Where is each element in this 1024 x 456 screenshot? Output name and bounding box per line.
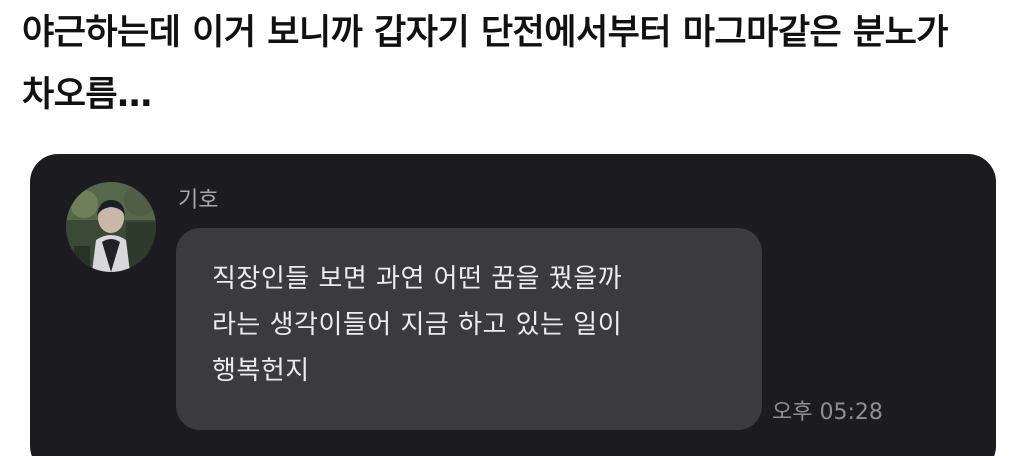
chat-screenshot: 기호 직장인들 보면 과연 어떤 꿈을 꿨을까 라는 생각이들어 지금 하고 있… — [30, 154, 996, 456]
profile-photo-icon — [66, 182, 156, 272]
post-text: 야근하는데 이거 보니까 갑자기 단전에서부터 마그마같은 분노가 차오름… — [22, 13, 949, 115]
message-bubble[interactable]: 직장인들 보면 과연 어떤 꿈을 꿨을까 라는 생각이들어 지금 하고 있는 일… — [176, 228, 762, 430]
profile-avatar[interactable] — [66, 182, 156, 272]
message-line: 행복헌지 — [212, 356, 310, 386]
message-line: 직장인들 보면 과연 어떤 꿈을 꿨을까 — [212, 264, 623, 294]
message-line: 라는 생각이들어 지금 하고 있는 일이 — [212, 310, 623, 340]
post-page: 야근하는데 이거 보니까 갑자기 단전에서부터 마그마같은 분노가 차오름… 기… — [0, 0, 1024, 456]
message-timestamp: 오후 05:28 — [772, 400, 883, 425]
sender-name: 기호 — [178, 188, 219, 213]
